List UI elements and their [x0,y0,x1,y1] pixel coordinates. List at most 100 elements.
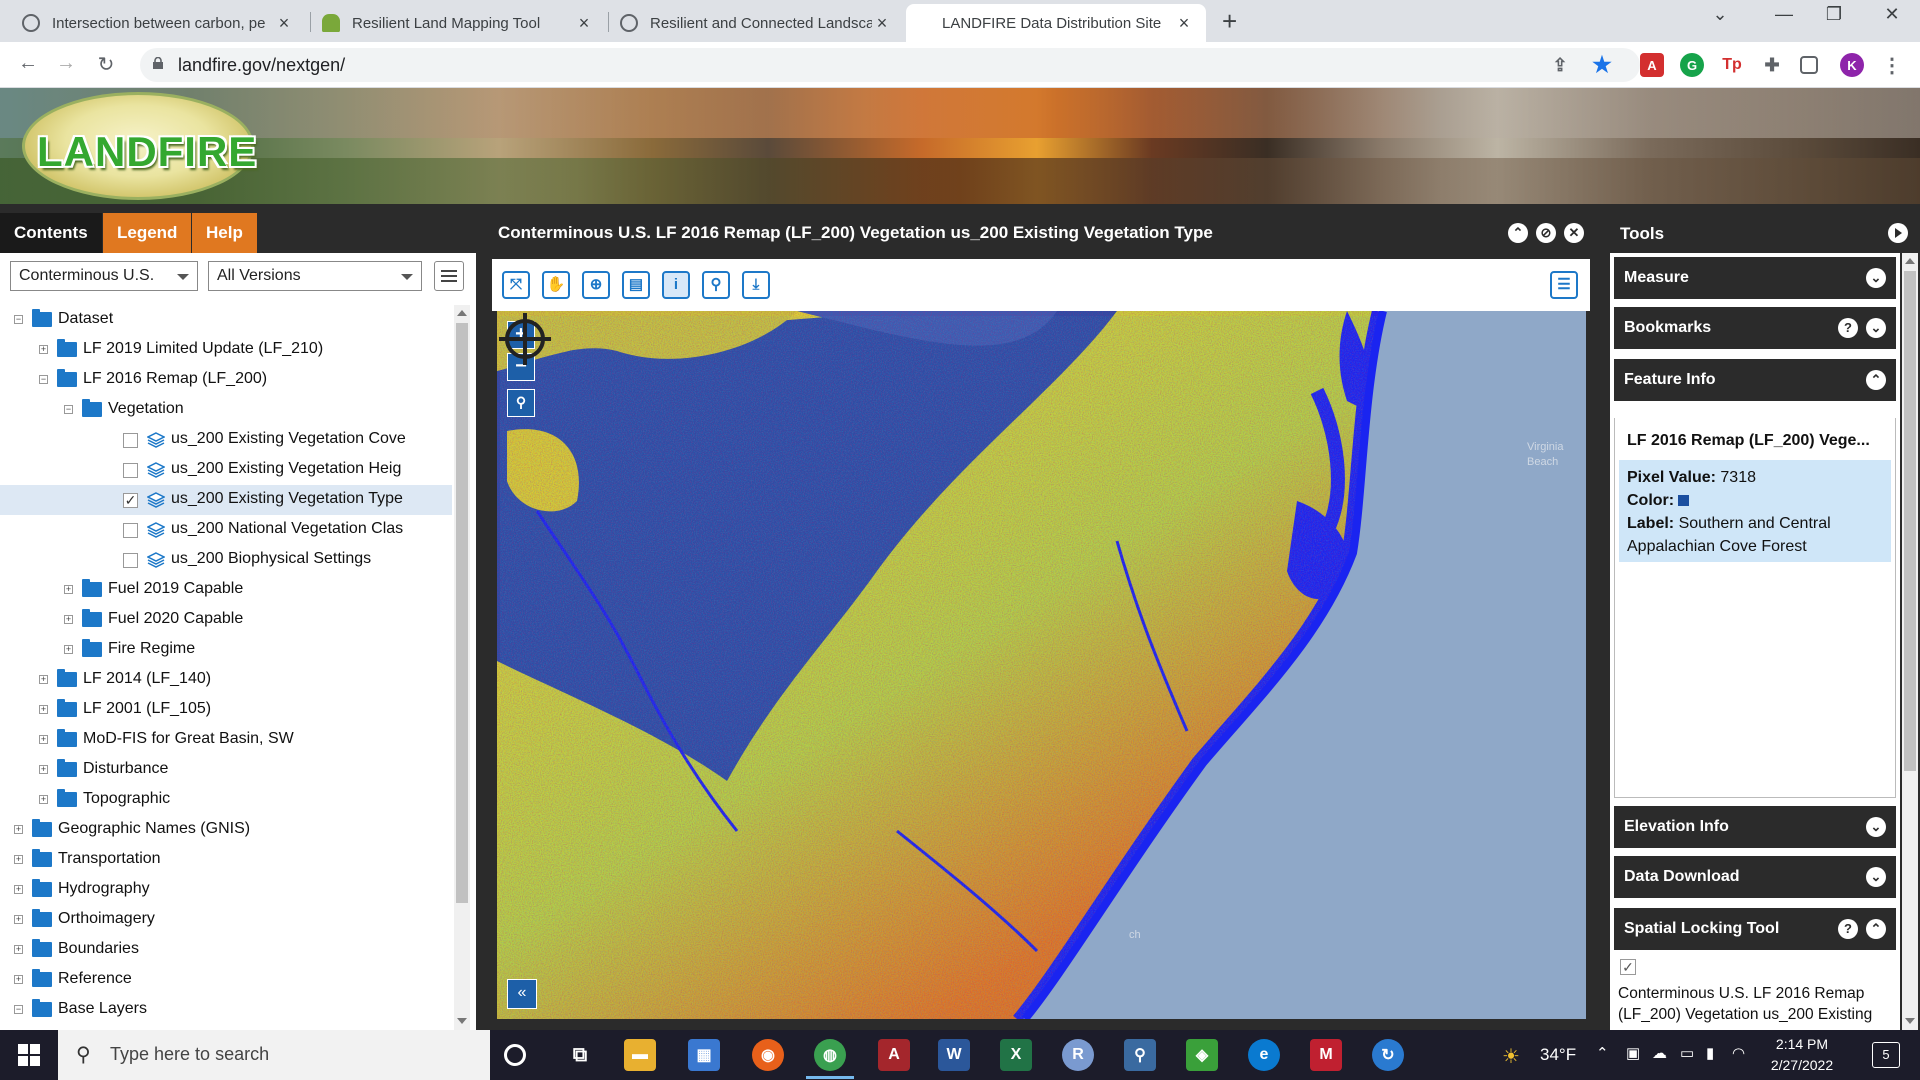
browser-tab-1[interactable]: Intersection between carbon, pe × [10,4,306,42]
tree-item[interactable]: + LF 2014 (LF_140) [0,665,452,695]
tree-menu-button[interactable] [434,261,464,291]
close-icon[interactable]: × [872,13,892,34]
scroll-down-icon[interactable] [457,1018,467,1024]
weather-icon[interactable]: ☀ [1502,1044,1520,1069]
expand-icon[interactable]: + [14,855,23,864]
locate-pin-icon[interactable]: ⚲ [702,271,730,299]
chevron-up-icon[interactable]: ⌃ [1866,370,1886,390]
mendeley-icon[interactable]: M [1310,1039,1342,1071]
expand-icon[interactable]: + [14,975,23,984]
browser-tab-4[interactable]: LANDFIRE Data Distribution Site × [906,4,1206,42]
notification-badge[interactable]: 5 [1872,1042,1900,1068]
expand-icon[interactable]: + [39,795,48,804]
taskbar-search-box[interactable]: ⚲ Type here to search [58,1030,490,1080]
forward-icon[interactable]: → [52,52,80,75]
close-icon[interactable]: × [574,13,594,34]
store-icon[interactable]: ▦ [688,1039,720,1071]
tab-help[interactable]: Help [192,213,257,253]
chevron-down-icon[interactable]: ⌄ [1866,817,1886,837]
sync-app-icon[interactable]: ↻ [1372,1039,1404,1071]
layer-checkbox[interactable] [123,433,138,448]
tree-scrollbar[interactable] [454,305,470,1030]
version-select[interactable]: All Versions [208,261,422,291]
profile-avatar[interactable]: K [1840,53,1864,77]
tree-item[interactable]: + Fire Regime [0,635,452,665]
back-icon[interactable]: ← [14,52,42,75]
chevron-up-icon[interactable]: ⌃ [1596,1044,1609,1062]
layer-list-icon[interactable]: ☰ [1550,271,1578,299]
browser-tab-2[interactable]: Resilient Land Mapping Tool × [310,4,606,42]
expand-icon[interactable]: + [14,945,23,954]
map-collapse-button[interactable]: « [507,979,537,1009]
chrome-icon[interactable]: ◍ [814,1039,846,1071]
close-icon[interactable]: × [1174,13,1194,34]
tree-item[interactable]: us_200 Existing Vegetation Heig [0,455,452,485]
landfire-logo[interactable]: LANDFIRE [22,92,256,200]
scroll-up-icon[interactable] [457,310,467,316]
maximize-icon[interactable]: ❐ [1814,4,1854,25]
identify-info-icon[interactable]: i [662,271,690,299]
windows-start-icon[interactable] [18,1044,40,1066]
map-canvas[interactable]: + − ⚲ Virginia Beach ch « [497,311,1586,1019]
expand-icon[interactable]: + [39,675,48,684]
tp-extension-icon[interactable]: Tp [1720,53,1744,77]
menu-kebab-icon[interactable]: ⋮ [1880,53,1904,77]
tools-scrollbar[interactable] [1902,253,1918,1030]
tab-legend[interactable]: Legend [103,213,192,253]
address-bar[interactable]: landfire.gov/nextgen/ [140,48,1640,82]
tree-item[interactable]: + LF 2019 Limited Update (LF_210) [0,335,452,365]
tree-item[interactable]: us_200 National Vegetation Clas [0,515,452,545]
tab-search-icon[interactable]: ⌄ [1700,4,1740,25]
chevron-up-icon[interactable]: ⌃ [1508,223,1528,243]
tab-contents[interactable]: Contents [0,213,102,253]
tree-item[interactable]: + MoD-FIS for Great Basin, SW [0,725,452,755]
elevation-info-header[interactable]: Elevation Info ⌄ [1614,806,1896,848]
spatial-locking-header[interactable]: Spatial Locking Tool ? ⌃ [1614,908,1896,950]
help-icon[interactable]: ? [1838,919,1858,939]
expand-icon[interactable]: + [39,765,48,774]
layer-checkbox[interactable] [123,463,138,478]
layer-checkbox[interactable] [123,523,138,538]
zoom-magnifier-icon[interactable]: ⊕ [582,271,610,299]
display-icon[interactable]: ▭ [1680,1044,1694,1062]
expand-icon[interactable]: + [39,345,48,354]
tree-item[interactable]: − LF 2016 Remap (LF_200) [0,365,452,395]
tree-item[interactable]: ✓ us_200 Existing Vegetation Type [0,485,452,515]
new-tab-button[interactable]: + [1222,6,1237,37]
pdf-extension-icon[interactable]: A [1640,53,1664,77]
tree-item[interactable]: + Reference [0,965,452,995]
grammarly-extension-icon[interactable]: G [1680,53,1704,77]
help-icon[interactable]: ? [1838,318,1858,338]
tray-clock[interactable]: 2:14 PM 2/27/2022 [1752,1034,1852,1076]
expand-icon[interactable]: + [14,825,23,834]
tray-temperature[interactable]: 34°F [1540,1045,1576,1065]
tree-item[interactable]: − Base Layers [0,995,452,1025]
tree-item[interactable]: + Transportation [0,845,452,875]
edge-icon[interactable]: e [1248,1039,1280,1071]
chevron-up-icon[interactable]: ⌃ [1866,919,1886,939]
collapse-icon[interactable]: − [14,1005,23,1014]
feature-info-header[interactable]: Feature Info ⌃ [1614,359,1896,401]
scroll-down-icon[interactable] [1905,1018,1915,1024]
tree-item[interactable]: + LF 2001 (LF_105) [0,695,452,725]
bookmarks-header[interactable]: Bookmarks ? ⌄ [1614,307,1896,349]
chevron-down-icon[interactable]: ⌄ [1866,318,1886,338]
chevron-right-icon[interactable] [1888,223,1908,243]
tree-item[interactable]: + Orthoimagery [0,905,452,935]
access-icon[interactable]: A [878,1039,910,1071]
collapse-icon[interactable]: − [64,405,73,414]
expand-icon[interactable]: + [64,615,73,624]
tree-item[interactable]: + Fuel 2020 Capable [0,605,452,635]
task-view-icon[interactable]: ⧉ [564,1039,596,1071]
cortana-icon[interactable] [504,1044,526,1066]
tree-item[interactable]: − Dataset [0,305,452,335]
expand-icon[interactable]: + [14,915,23,924]
pan-hand-icon[interactable]: ✋ [542,271,570,299]
file-explorer-icon[interactable]: ▬ [624,1039,656,1071]
full-extent-icon[interactable]: ⤧ [502,271,530,299]
spatial-lock-checkbox[interactable]: ✓ [1620,959,1636,975]
measure-header[interactable]: Measure ⌄ [1614,257,1896,299]
onedrive-icon[interactable]: ☁ [1652,1044,1667,1062]
search-app-icon[interactable]: ⚲ [1124,1039,1156,1071]
meet-icon[interactable]: ▣ [1626,1044,1640,1062]
